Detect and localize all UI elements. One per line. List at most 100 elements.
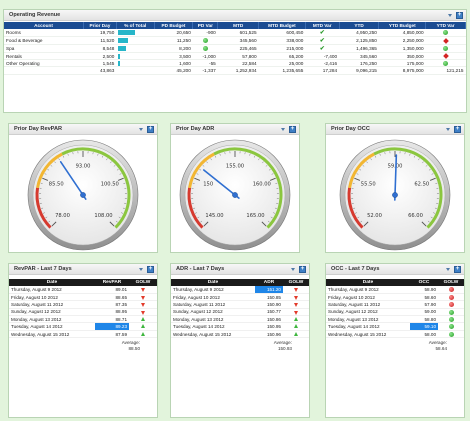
panel-header: Prior Day RevPAR + [9, 124, 157, 135]
date-cell: Saturday, August 11 2012 [9, 300, 95, 309]
mtd-var-cell: ✔ [305, 44, 340, 53]
table-row: Wednesday, August 15 2012 87.59 [9, 330, 157, 339]
expand-icon[interactable]: + [454, 126, 461, 133]
pd-var-cell: -55 [192, 59, 218, 67]
chevron-down-icon[interactable] [138, 126, 145, 133]
expand-icon[interactable]: + [456, 12, 463, 19]
panel-header: OCC - Last 7 Days + [326, 264, 464, 275]
col-header[interactable]: Account [4, 22, 85, 29]
pct-of-total-cell [116, 36, 155, 45]
col-header[interactable]: ADR [255, 279, 283, 286]
pct-of-total-cell [116, 59, 155, 67]
down-arrow-icon [293, 302, 299, 308]
ytd-budget-cell: 175,000 [378, 59, 426, 67]
chevron-down-icon[interactable] [280, 126, 287, 133]
panel-title: Prior Day RevPAR [14, 126, 63, 132]
pd-budget-cell: 8,200 [154, 44, 193, 53]
col-header[interactable]: GOLW [129, 279, 157, 286]
date-cell: Thursday, August 9 2012 [171, 286, 255, 294]
table-row: Other Operating 1,545 1,600 -55 22,584 25,000… [4, 59, 466, 67]
mtd-var-cell: -7,400 [305, 52, 340, 60]
col-header[interactable]: MTD Budget [258, 22, 306, 29]
date-cell: Saturday, August 11 2012 [171, 300, 255, 309]
golw-cell [283, 308, 309, 317]
chevron-down-icon[interactable] [447, 12, 454, 19]
check-icon: ✔ [319, 46, 325, 52]
up-arrow-icon [293, 316, 299, 322]
total-row: 43,863 45,200 -1,337 1,252,934 1,235,655 17,2… [4, 66, 466, 75]
table-row: Saturday, August 11 2012 150.90 [171, 300, 309, 309]
col-header[interactable]: Prior Day [83, 22, 117, 29]
col-header[interactable]: Date [9, 279, 95, 286]
col-header[interactable]: PD Var [192, 22, 219, 29]
golw-cell [283, 300, 309, 309]
average: Average: 58.64 [326, 340, 464, 352]
up-arrow-icon [140, 324, 146, 329]
expand-icon[interactable]: + [147, 266, 154, 273]
green-dot-icon [443, 30, 449, 36]
col-header[interactable]: Date [171, 279, 255, 286]
col-header[interactable]: YTD Var [425, 22, 466, 29]
gauge-tick-label: 165.00 [246, 213, 264, 219]
col-header[interactable]: MTD Var [305, 22, 340, 29]
value-cell: 58.00 [410, 330, 438, 339]
green-dot-icon [448, 324, 454, 330]
col-header[interactable]: GOLW [283, 279, 309, 286]
ytd-cell: 4,950,250 [339, 29, 379, 37]
revenue-table: Account Prior Day % of Total PD Budget P… [4, 22, 466, 75]
golw-cell [438, 315, 464, 324]
value-cell: 59.10 [410, 322, 438, 331]
prior-day-cell: 8,548 [83, 44, 117, 53]
empty-cell [116, 66, 155, 75]
col-header[interactable]: YTD [339, 22, 380, 29]
date-cell: Monday, August 13 2012 [171, 315, 255, 324]
gauge-tick-label: 108.00 [94, 213, 112, 219]
gauge-tick-label: 145.00 [205, 213, 223, 219]
golw-cell [129, 286, 157, 294]
expand-icon[interactable]: + [299, 266, 306, 273]
panel-header: Prior Day OCC + [326, 124, 464, 135]
adr-gauge: 145.00 150 155.00 160.00 165.00 [179, 139, 291, 251]
table-row: Sunday, August 12 2012 88.95 [9, 308, 157, 317]
pct-of-total-cell [116, 44, 155, 53]
col-header[interactable]: GOLW [438, 279, 464, 286]
table-header-row: Date OCC GOLW [326, 279, 464, 286]
value-cell: 150.85 [255, 293, 283, 302]
expand-icon[interactable]: + [147, 126, 154, 133]
col-header[interactable]: % of Total [116, 22, 155, 29]
chevron-down-icon[interactable] [445, 266, 452, 273]
account-cell: Rooms [4, 29, 84, 37]
prior-day-cell: 1,545 [83, 59, 117, 67]
mtd-budget-cell: 25,000 [258, 59, 306, 67]
col-header[interactable]: YTD Budget [378, 22, 427, 29]
table-row: Thursday, August 9 2012 151.20 [171, 286, 309, 294]
col-header[interactable]: Date [326, 279, 410, 286]
chevron-down-icon[interactable] [138, 266, 145, 273]
expand-icon[interactable]: + [454, 266, 461, 273]
golw-cell [283, 330, 309, 339]
col-header[interactable]: RevPAR [95, 279, 129, 286]
pct-bar [118, 38, 129, 44]
prior-day-cell: 2,500 [83, 52, 117, 60]
pct-bar [118, 30, 135, 36]
value-cell: 151.20 [255, 286, 283, 294]
col-header[interactable]: MTD [217, 22, 260, 29]
table-row: Sunday, August 12 2012 59.00 [326, 308, 464, 317]
chevron-down-icon[interactable] [445, 126, 452, 133]
col-header[interactable]: PD Budget [154, 22, 194, 29]
expand-icon[interactable]: + [289, 126, 296, 133]
prior-day-cell: 11,520 [83, 36, 117, 45]
table-row: Tuesday, August 14 2012 89.23 [9, 322, 157, 331]
empty-cell [4, 66, 84, 75]
chevron-down-icon[interactable] [290, 266, 297, 273]
golw-cell [438, 308, 464, 317]
table-row: Saturday, August 11 2012 87.35 [9, 300, 157, 309]
ytd-cell: 176,250 [339, 59, 379, 67]
total-pd-budget: 45,200 [154, 66, 193, 75]
date-cell: Friday, August 10 2012 [171, 293, 255, 302]
ytd-cell: 1,496,365 [339, 44, 379, 53]
pct-bar [118, 46, 126, 52]
average: Average: 88.50 [9, 340, 157, 352]
col-header[interactable]: OCC [410, 279, 438, 286]
table-row: Spa 8,548 8,200 225,465 215,000 ✔ 1,496,365 1,3… [4, 44, 466, 53]
